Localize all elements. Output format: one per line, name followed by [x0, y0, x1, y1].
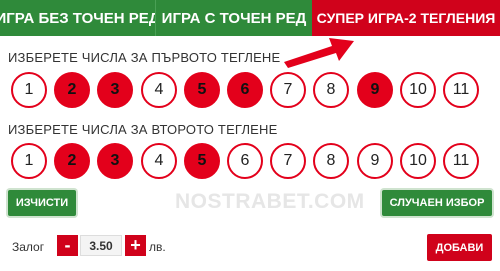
draw1-number-ball[interactable]: 3 — [97, 72, 133, 108]
stake-label: Залог — [12, 240, 45, 254]
draw2-number-ball[interactable]: 3 — [97, 143, 133, 179]
draw2-number-ball[interactable]: 7 — [270, 143, 306, 179]
draw2-number-ball[interactable]: 2 — [54, 143, 90, 179]
draw2-number-ball[interactable]: 8 — [313, 143, 349, 179]
draw2-number-ball[interactable]: 10 — [400, 143, 436, 179]
add-button[interactable]: ДОБАВИ — [427, 234, 492, 261]
stake-input[interactable] — [80, 235, 122, 256]
red-arrow-icon — [284, 38, 354, 68]
draw2-number-ball[interactable]: 11 — [443, 143, 479, 179]
second-draw-heading: ИЗБЕРЕТЕ ЧИСЛА ЗА ВТОРОТО ТЕГЛЕНЕ — [8, 122, 278, 137]
draw1-number-ball[interactable]: 5 — [184, 72, 220, 108]
first-draw-heading: ИЗБЕРЕТЕ ЧИСЛА ЗА ПЪРВОТО ТЕГЛЕНЕ — [8, 50, 281, 65]
draw1-number-ball[interactable]: 7 — [270, 72, 306, 108]
draw1-number-ball[interactable]: 6 — [227, 72, 263, 108]
draw2-number-ball[interactable]: 6 — [227, 143, 263, 179]
draw1-number-ball[interactable]: 9 — [357, 72, 393, 108]
draw1-number-ball[interactable]: 10 — [400, 72, 436, 108]
watermark: NOSTRABET.COM — [175, 190, 365, 213]
random-pick-button[interactable]: СЛУЧАЕН ИЗБОР — [382, 190, 492, 216]
draw2-number-ball[interactable]: 5 — [184, 143, 220, 179]
game-type-tabs: ИГРА БЕЗ ТОЧЕН РЕД ИГРА С ТОЧЕН РЕД СУПЕ… — [0, 0, 500, 36]
increase-stake-button[interactable]: + — [125, 235, 146, 256]
draw1-number-ball[interactable]: 11 — [443, 72, 479, 108]
draw1-number-ball[interactable]: 1 — [11, 72, 47, 108]
draw1-number-ball[interactable]: 8 — [313, 72, 349, 108]
draw1-number-ball[interactable]: 4 — [141, 72, 177, 108]
draw1-number-ball[interactable]: 2 — [54, 72, 90, 108]
currency-label: лв. — [149, 240, 166, 254]
clear-button[interactable]: ИЗЧИСТИ — [8, 190, 76, 216]
decrease-stake-button[interactable]: - — [57, 235, 78, 256]
draw2-number-ball[interactable]: 4 — [141, 143, 177, 179]
tab-game-no-order[interactable]: ИГРА БЕЗ ТОЧЕН РЕД — [0, 0, 160, 36]
draw2-number-ball[interactable]: 9 — [357, 143, 393, 179]
draw2-number-ball[interactable]: 1 — [11, 143, 47, 179]
